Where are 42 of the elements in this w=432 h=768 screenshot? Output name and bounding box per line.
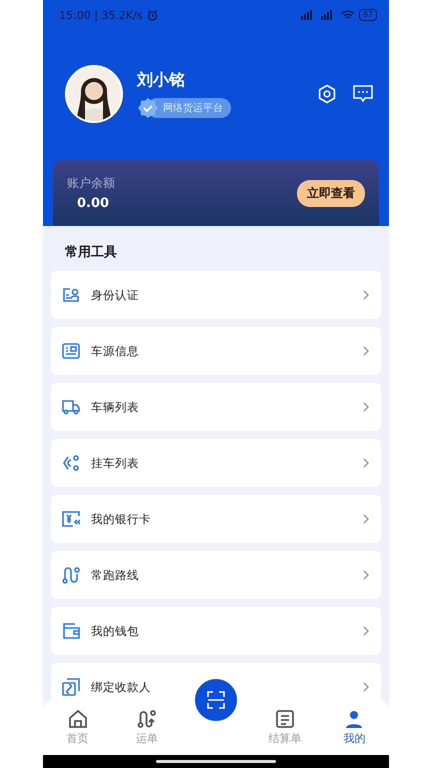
- route-icon: [62, 566, 80, 584]
- wifi-icon: [340, 10, 355, 20]
- chevron-icon: [363, 402, 369, 412]
- user-icon: [344, 709, 364, 729]
- bill-icon: [275, 709, 296, 729]
- document-icon: [62, 343, 80, 359]
- chevron-icon: [363, 514, 369, 524]
- id-card-icon: [62, 287, 80, 303]
- tool-row[interactable]: 车辆列表: [51, 383, 381, 431]
- tool-row[interactable]: 车源信息: [51, 327, 381, 375]
- tool-row[interactable]: 我的钱包: [51, 607, 381, 655]
- wallet-icon: [62, 623, 80, 639]
- chevron-icon: [363, 346, 369, 356]
- chevron-icon: [363, 682, 369, 692]
- settings-icon[interactable]: [317, 84, 337, 104]
- nav-tab[interactable]: 我的: [320, 709, 389, 746]
- verified-icon: [137, 96, 159, 118]
- tool-row[interactable]: 我的银行卡: [51, 495, 381, 543]
- chevron-icon: [363, 570, 369, 580]
- chevron-icon: [363, 626, 369, 636]
- balance-amount: 0.00: [76, 196, 110, 211]
- user-name: 刘小铭: [137, 70, 186, 90]
- tool-row[interactable]: 身份认证: [51, 271, 381, 319]
- trailer-icon: [62, 454, 80, 472]
- alarm-icon: [146, 10, 158, 20]
- truck-icon: [62, 399, 80, 415]
- view-now-button[interactable]: 立即查看: [297, 180, 365, 206]
- tool-row[interactable]: 绑定收款人: [51, 663, 381, 700]
- tool-row[interactable]: 挂车列表: [51, 439, 381, 487]
- route-icon: [136, 709, 157, 729]
- chevron-icon: [363, 458, 369, 468]
- home-icon: [68, 709, 88, 729]
- bank-card-icon: [62, 511, 80, 527]
- scan-icon: [207, 691, 225, 709]
- chevron-icon: [363, 290, 369, 300]
- balance-label: 账户余额: [67, 175, 116, 192]
- message-icon[interactable]: [353, 85, 373, 103]
- tool-row[interactable]: 常跑路线: [51, 551, 381, 599]
- status-time: 15:00 | 35.2K/s: [59, 8, 143, 22]
- battery-icon: 87: [358, 9, 377, 21]
- section-title: 常用工具: [64, 244, 118, 262]
- link-icon: [62, 678, 80, 696]
